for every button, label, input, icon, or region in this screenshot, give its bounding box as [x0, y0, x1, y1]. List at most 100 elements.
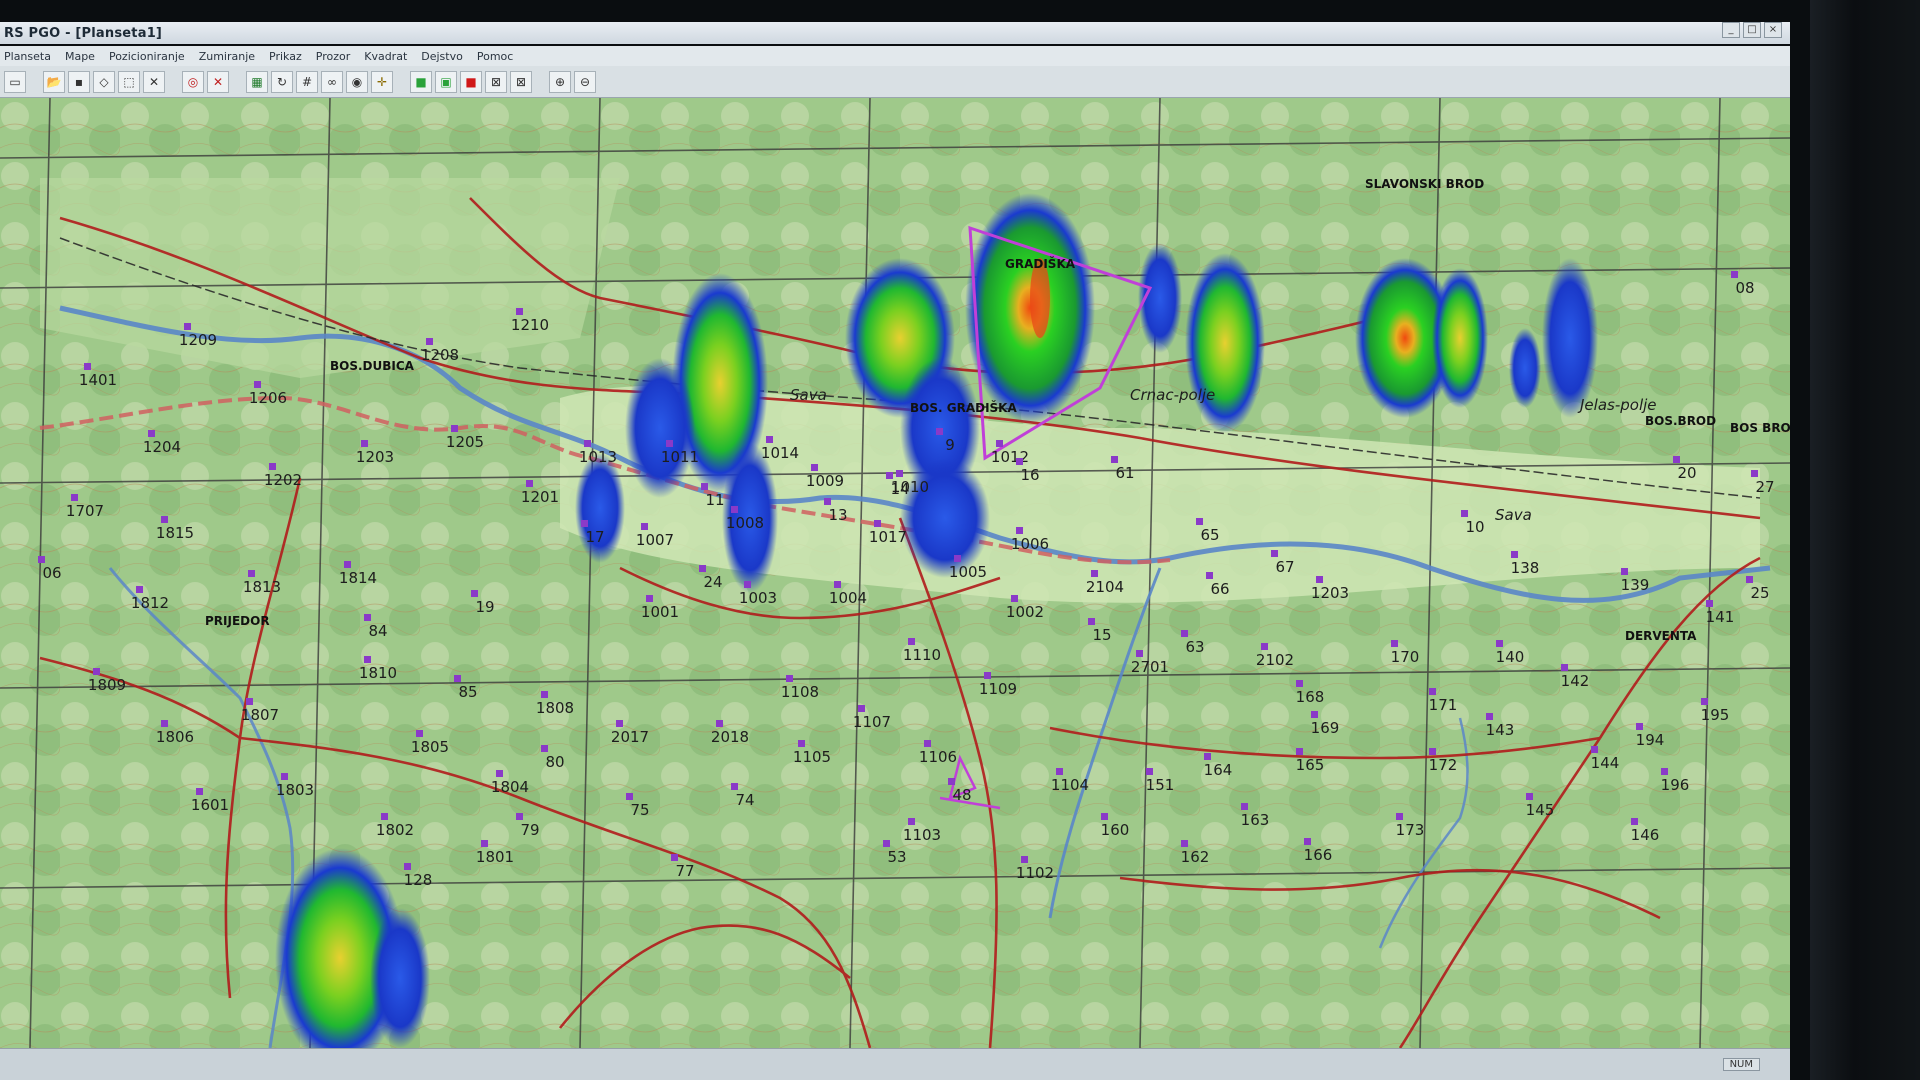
grid-code-label: 15 — [1092, 626, 1111, 644]
grid-code-label: 1001 — [641, 603, 679, 621]
crosshair-icon[interactable]: ✛ — [371, 70, 393, 93]
close-x-icon[interactable]: ✕ — [143, 70, 165, 93]
grid-code-label: 1204 — [143, 438, 181, 456]
grid-code-label: 1809 — [88, 676, 126, 694]
close-button[interactable]: × — [1764, 22, 1782, 38]
select-icon[interactable]: ⬚ — [118, 70, 140, 93]
grid-code-label: 1008 — [726, 514, 764, 532]
grid-code-marker — [1636, 723, 1643, 730]
menu-prikaz[interactable]: Prikaz — [269, 50, 302, 63]
grid-code-marker — [1021, 856, 1028, 863]
grid-code-marker — [364, 656, 371, 663]
grid-code-marker — [1101, 813, 1108, 820]
open-icon[interactable]: 📂 — [43, 70, 65, 93]
menu-zumiranje[interactable]: Zumiranje — [199, 50, 255, 63]
radar-cell — [1509, 328, 1541, 408]
monitor-bezel — [1810, 0, 1920, 1080]
grid-code-label: 06 — [42, 564, 61, 582]
grid-code-marker — [1673, 456, 1680, 463]
cross-box2-icon[interactable]: ⊠ — [510, 70, 532, 93]
grid-code-label: 1812 — [131, 594, 169, 612]
grid-code-label: 1401 — [79, 371, 117, 389]
grid-code-label: 143 — [1486, 721, 1515, 739]
grid-code-label: 1801 — [476, 848, 514, 866]
grid-code-label: 1108 — [781, 683, 819, 701]
menu-planseta[interactable]: Planseta — [4, 50, 51, 63]
menu-mape[interactable]: Mape — [65, 50, 95, 63]
rotate-icon[interactable]: ↻ — [271, 70, 293, 93]
grid-code-label: 142 — [1561, 672, 1590, 690]
grid-code-label: 24 — [703, 573, 722, 591]
grid-code-label: 53 — [887, 848, 906, 866]
grid-code-label: 65 — [1200, 526, 1219, 544]
grid-code-label: 1107 — [853, 713, 891, 731]
grid-code-marker — [996, 440, 1003, 447]
grid-code-label: 11 — [705, 491, 724, 509]
grid-code-label: 66 — [1210, 580, 1229, 598]
topographic-map[interactable]: 1209 1401 1208 1210 1206 1204 1205 1203 1202 1201… — [0, 98, 1790, 1048]
grid-code-marker — [1016, 458, 1023, 465]
grid-code-label: 146 — [1631, 826, 1660, 844]
green-fill-icon[interactable]: ▣ — [435, 70, 457, 93]
menu-prozor[interactable]: Prozor — [316, 50, 350, 63]
red-square-icon[interactable]: ■ — [460, 70, 482, 93]
grid-code-label: 79 — [520, 821, 539, 839]
grid-code-label: 1003 — [739, 589, 777, 607]
grid-code-marker — [1056, 768, 1063, 775]
grid-code-marker — [666, 440, 673, 447]
grid-code-marker — [526, 480, 533, 487]
target-icon[interactable]: ◎ — [182, 70, 204, 93]
grid-code-marker — [701, 483, 708, 490]
grid-code-label: 19 — [475, 598, 494, 616]
grid-code-label: 1208 — [421, 346, 459, 364]
grid-code-label: 1707 — [66, 502, 104, 520]
grid-code-marker — [766, 436, 773, 443]
grid-code-label: 1004 — [829, 589, 867, 607]
grid-code-label: 151 — [1146, 776, 1175, 794]
grid-code-label: 2102 — [1256, 651, 1294, 669]
status-bar: NUM — [0, 1048, 1790, 1080]
grid-code-marker — [858, 705, 865, 712]
cross-box-icon[interactable]: ⊠ — [485, 70, 507, 93]
grid-icon[interactable]: ▦ — [246, 70, 268, 93]
menu-bar: Planseta Mape Pozicioniranje Zumiranje P… — [0, 46, 1790, 66]
grid-code-label: 1110 — [903, 646, 941, 664]
grid-code-marker — [1181, 840, 1188, 847]
grid-code-label: 140 — [1496, 648, 1525, 666]
town-label: BOS.BROD — [1645, 414, 1716, 428]
grid-code-label: 196 — [1661, 776, 1690, 794]
town-label: PRIJEDOR — [205, 614, 270, 628]
menu-dejstvo[interactable]: Dejstvo — [421, 50, 463, 63]
save-icon[interactable]: ▪ — [68, 70, 90, 93]
globe-icon[interactable]: ◉ — [346, 70, 368, 93]
grid-code-marker — [1429, 748, 1436, 755]
link-icon[interactable]: ∞ — [321, 70, 343, 93]
menu-pozicioniranje[interactable]: Pozicioniranje — [109, 50, 185, 63]
grid-code-marker — [834, 581, 841, 588]
region-label: Jelas-polje — [1577, 396, 1657, 414]
green-square-icon[interactable]: ■ — [410, 70, 432, 93]
hash-icon[interactable]: # — [296, 70, 318, 93]
zoom-in-icon[interactable]: ⊕ — [549, 70, 571, 93]
grid-code-label: 14 — [890, 480, 909, 498]
menu-kvadrat[interactable]: Kvadrat — [364, 50, 407, 63]
grid-code-marker — [1496, 640, 1503, 647]
layer-icon[interactable]: ◇ — [93, 70, 115, 93]
grid-code-marker — [1091, 570, 1098, 577]
grid-code-marker — [744, 581, 751, 588]
grid-code-label: 27 — [1755, 478, 1774, 496]
grid-code-label: 173 — [1396, 821, 1425, 839]
grid-code-marker — [1591, 746, 1598, 753]
zoom-out-icon[interactable]: ⊖ — [574, 70, 596, 93]
delete-icon[interactable]: ✕ — [207, 70, 229, 93]
menu-pomoc[interactable]: Pomoc — [477, 50, 513, 63]
maximize-button[interactable]: □ — [1743, 22, 1761, 38]
grid-code-marker — [924, 740, 931, 747]
grid-code-marker — [883, 840, 890, 847]
grid-code-marker — [699, 565, 706, 572]
map-canvas[interactable]: 1209 1401 1208 1210 1206 1204 1205 1203 1202 1201… — [0, 98, 1790, 1048]
minimize-button[interactable]: _ — [1722, 22, 1740, 38]
grid-code-marker — [471, 590, 478, 597]
folder-icon[interactable]: ▭ — [4, 70, 26, 93]
grid-code-marker — [496, 770, 503, 777]
